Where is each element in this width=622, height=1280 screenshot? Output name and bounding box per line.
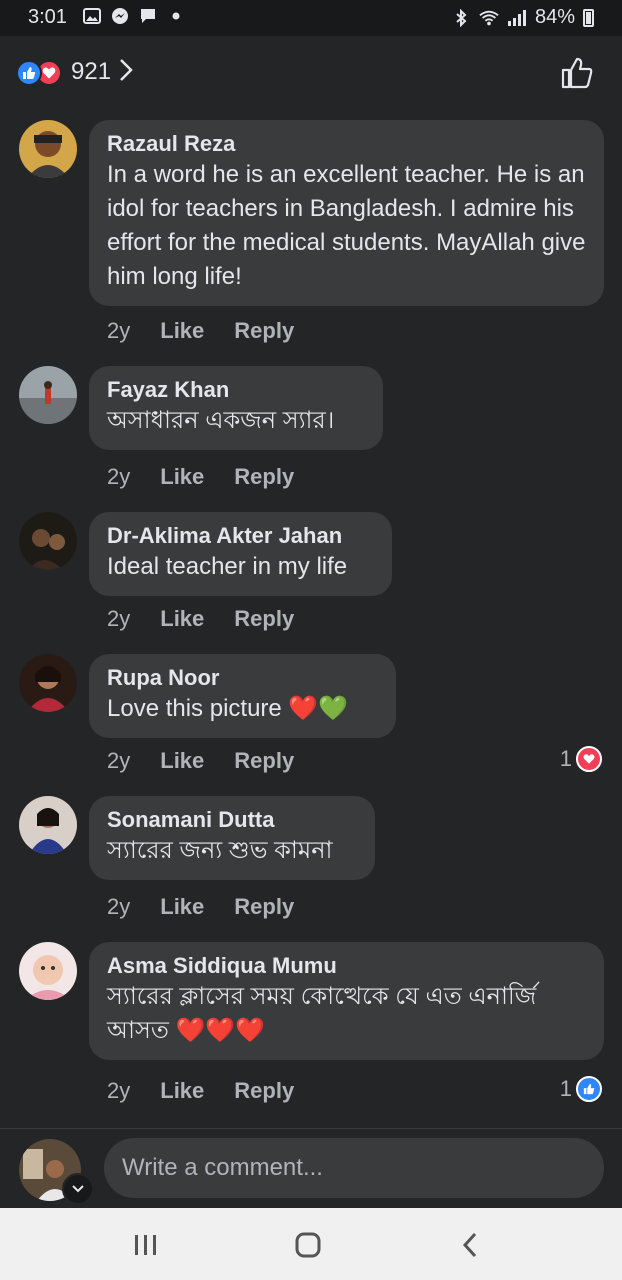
comment-bubble[interactable]: Sonamani Dutta স্যারের জন্য শুভ কামনা	[89, 796, 375, 880]
wifi-icon	[479, 9, 499, 27]
commenter-name[interactable]: Rupa Noor	[107, 664, 378, 692]
status-time: 3:01	[28, 6, 67, 28]
system-nav-bar	[0, 1208, 622, 1280]
system-icons: 84%	[451, 6, 594, 29]
comment-bubble[interactable]: Asma Siddiqua Mumu স্যারের ক্লাসের সময় …	[89, 942, 604, 1060]
comment-time: 2y	[107, 748, 131, 773]
reaction-count: 921	[71, 58, 112, 85]
comment-bubble[interactable]: Razaul Reza In a word he is an excellent…	[89, 120, 604, 306]
avatar[interactable]	[19, 512, 77, 570]
comment-bubble[interactable]: Dr-Aklima Akter Jahan Ideal teacher in m…	[89, 512, 392, 596]
dot-icon	[166, 7, 186, 25]
like-button[interactable]: Like	[160, 894, 204, 920]
reply-button[interactable]: Reply	[234, 318, 294, 344]
commenter-name[interactable]: Dr-Aklima Akter Jahan	[107, 522, 374, 550]
recent-apps-icon[interactable]	[126, 1228, 166, 1262]
comment-actions: 2y Like Reply	[107, 1078, 294, 1104]
comment-text: In a word he is an excellent teacher. He…	[107, 161, 586, 290]
battery-icon	[583, 8, 594, 27]
reply-button[interactable]: Reply	[234, 464, 294, 490]
like-post-button[interactable]	[560, 56, 594, 90]
like-button[interactable]: Like	[160, 318, 204, 344]
like-button[interactable]: Like	[160, 748, 204, 774]
chevron-down-icon[interactable]	[62, 1173, 94, 1205]
comment-bubble[interactable]: Fayaz Khan অসাধারন একজন স্যার।	[89, 366, 383, 450]
reaction-icons	[16, 60, 62, 86]
comment-reaction-count[interactable]: 1	[560, 746, 602, 772]
avatar[interactable]	[19, 942, 77, 1000]
bluetooth-icon	[451, 8, 471, 27]
comment-actions: 2y Like Reply	[107, 748, 294, 774]
signal-icon	[507, 9, 527, 27]
comment-actions: 2y Like Reply	[107, 464, 294, 490]
comment-time: 2y	[107, 318, 131, 343]
reaction-number: 1	[559, 1076, 572, 1101]
avatar[interactable]	[19, 120, 77, 178]
comment-actions: 2y Like Reply	[107, 606, 294, 632]
notification-icons	[82, 7, 186, 25]
comment-actions: 2y Like Reply	[107, 318, 294, 344]
like-icon	[16, 60, 42, 86]
avatar[interactable]	[19, 796, 77, 854]
comment-time: 2y	[107, 894, 131, 919]
commenter-name[interactable]: Fayaz Khan	[107, 376, 365, 404]
status-bar: 3:01 84%	[0, 0, 622, 36]
avatar[interactable]	[19, 654, 77, 712]
messenger-icon	[110, 7, 130, 25]
reply-button[interactable]: Reply	[234, 894, 294, 920]
comment-text: অসাধারন একজন স্যার।	[107, 407, 335, 434]
commenter-name[interactable]: Sonamani Dutta	[107, 806, 357, 834]
commenter-name[interactable]: Asma Siddiqua Mumu	[107, 952, 586, 980]
back-icon[interactable]	[450, 1228, 490, 1262]
avatar[interactable]	[19, 366, 77, 424]
comment-time: 2y	[107, 464, 131, 489]
like-icon	[576, 1076, 602, 1102]
reaction-number: 1	[559, 746, 572, 771]
reply-button[interactable]: Reply	[234, 1078, 294, 1104]
comment-reaction-count[interactable]: 1	[560, 1076, 602, 1102]
reactions-summary[interactable]: 921	[0, 36, 622, 110]
love-icon	[576, 746, 602, 772]
gallery-icon	[82, 7, 102, 25]
comment-text: স্যারের ক্লাসের সময় কোত্থেকে যে এত এনার…	[107, 983, 537, 1044]
like-button[interactable]: Like	[160, 464, 204, 490]
like-button[interactable]: Like	[160, 606, 204, 632]
comment-text: Ideal teacher in my life	[107, 553, 348, 580]
commenter-name[interactable]: Razaul Reza	[107, 130, 586, 158]
reply-button[interactable]: Reply	[234, 748, 294, 774]
reply-button[interactable]: Reply	[234, 606, 294, 632]
comment-time: 2y	[107, 606, 131, 631]
chat-icon	[138, 7, 158, 25]
comment-actions: 2y Like Reply	[107, 894, 294, 920]
like-button[interactable]: Like	[160, 1078, 204, 1104]
comment-bubble[interactable]: Rupa Noor Love this picture ❤️💚	[89, 654, 396, 738]
comment-time: 2y	[107, 1078, 131, 1103]
comment-composer	[0, 1128, 622, 1209]
comment-text: Love this picture ❤️💚	[107, 695, 349, 722]
comment-text: স্যারের জন্য শুভ কামনা	[107, 837, 333, 864]
home-icon[interactable]	[288, 1228, 328, 1262]
battery-percent: 84%	[534, 6, 575, 28]
chevron-right-icon[interactable]	[118, 56, 134, 91]
comment-input[interactable]	[104, 1138, 604, 1198]
